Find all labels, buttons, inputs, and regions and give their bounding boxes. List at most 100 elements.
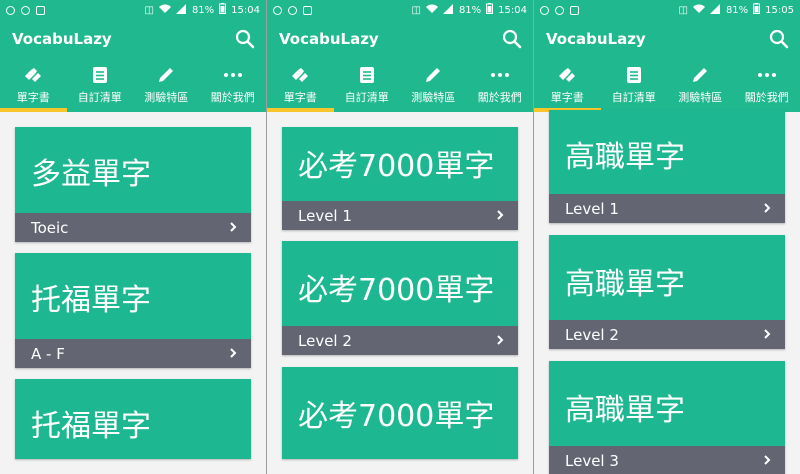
signal-icon <box>175 3 187 17</box>
battery-icon <box>486 3 494 17</box>
card-title: 托福單字 <box>31 409 151 444</box>
clock-time: 15:04 <box>498 4 527 16</box>
status-bar: ◫ 81% 15:05 <box>534 0 800 20</box>
search-icon[interactable] <box>234 28 256 50</box>
card-subtitle: Level 2 <box>298 331 352 350</box>
vibrate-icon: ◫ <box>678 4 688 16</box>
battery-percent: 81% <box>725 4 749 16</box>
tab-label: 測驗特區 <box>144 91 189 104</box>
card-title: 托福單字 <box>31 283 151 318</box>
tab-quiz[interactable]: 測驗特區 <box>400 58 467 112</box>
app-bar: VocabuLazy <box>534 20 800 58</box>
tab-custom-list[interactable]: 自訂清單 <box>601 58 668 112</box>
phone-screen-1: ◫ 81% 15:04 VocabuLazy 單字書 自訂清單 測驗特區 關於我… <box>0 0 266 474</box>
tab-label: 單字書 <box>283 91 317 104</box>
card-footer[interactable]: Level 2 <box>549 320 785 349</box>
chevron-right-icon <box>229 219 237 237</box>
card-title: 必考7000單字 <box>298 399 495 434</box>
card-footer[interactable]: Level 1 <box>282 201 518 230</box>
briefcase-icon <box>570 5 579 15</box>
books-icon <box>557 65 577 85</box>
app-title: VocabuLazy <box>12 30 112 48</box>
sync-icon <box>555 5 564 15</box>
tab-custom-list[interactable]: 自訂清單 <box>67 58 134 112</box>
tab-label: 關於我們 <box>477 91 522 104</box>
vocab-card[interactable]: 必考7000單字 Level 2 <box>282 241 518 355</box>
tab-label: 關於我們 <box>210 91 255 104</box>
vibrate-icon: ◫ <box>144 4 154 16</box>
vocab-card[interactable]: 必考7000單字 Level 1 <box>282 127 518 230</box>
card-title: 多益單字 <box>31 157 151 192</box>
tab-label: 單字書 <box>16 91 50 104</box>
list-icon <box>359 65 375 85</box>
vocab-card[interactable]: 多益單字 Toeic <box>15 127 251 242</box>
clock-time: 15:05 <box>765 4 794 16</box>
signal-icon <box>442 3 454 17</box>
tab-vocab-books[interactable]: 單字書 <box>267 58 334 112</box>
tab-about[interactable]: 關於我們 <box>467 58 534 112</box>
card-footer[interactable]: Level 1 <box>549 194 785 223</box>
tab-custom-list[interactable]: 自訂清單 <box>334 58 401 112</box>
tab-label: 自訂清單 <box>611 91 656 104</box>
list-icon <box>92 65 108 85</box>
tab-about[interactable]: 關於我們 <box>200 58 267 112</box>
wifi-icon <box>692 4 705 17</box>
card-subtitle: Level 1 <box>565 199 619 218</box>
wifi-icon <box>158 4 171 17</box>
tab-quiz[interactable]: 測驗特區 <box>667 58 734 112</box>
phone-screen-2: ◫ 81% 15:04 VocabuLazy 單字書 自訂清單 測驗特區 關於我… <box>267 0 533 474</box>
pencil-icon <box>691 65 709 85</box>
vocab-card[interactable]: 高職單字 Level 3 <box>549 361 785 474</box>
card-title: 高職單字 <box>565 393 685 428</box>
chevron-right-icon <box>496 332 504 350</box>
vocab-card[interactable]: 托福單字 <box>15 379 251 459</box>
briefcase-icon <box>36 5 45 15</box>
battery-icon <box>753 3 761 17</box>
vocab-card[interactable]: 托福單字 A - F <box>15 253 251 368</box>
card-title: 高職單字 <box>565 267 685 302</box>
briefcase-icon <box>303 5 312 15</box>
vocab-card[interactable]: 必考7000單字 <box>282 367 518 459</box>
card-footer[interactable]: Level 3 <box>549 446 785 474</box>
card-list: 必考7000單字 Level 1 必考7000單字 Level 2 必考7000… <box>267 112 533 474</box>
list-icon <box>626 65 642 85</box>
tab-vocab-books[interactable]: 單字書 <box>534 58 601 112</box>
tab-label: 測驗特區 <box>411 91 456 104</box>
tab-bar: 單字書 自訂清單 測驗特區 關於我們 <box>534 58 800 112</box>
pencil-icon <box>157 65 175 85</box>
tab-label: 自訂清單 <box>344 91 389 104</box>
card-footer[interactable]: Level 2 <box>282 326 518 355</box>
vocab-card[interactable]: 高職單字 Level 1 <box>549 110 785 223</box>
tab-vocab-books[interactable]: 單字書 <box>0 58 67 112</box>
wifi-icon <box>425 4 438 17</box>
search-icon[interactable] <box>768 28 790 50</box>
battery-percent: 81% <box>458 4 482 16</box>
books-icon <box>23 65 43 85</box>
card-subtitle: A - F <box>31 344 65 363</box>
tab-about[interactable]: 關於我們 <box>734 58 800 112</box>
card-subtitle: Toeic <box>31 218 69 237</box>
vibrate-icon: ◫ <box>411 4 421 16</box>
vocab-card[interactable]: 高職單字 Level 2 <box>549 235 785 349</box>
shield-icon <box>540 5 549 15</box>
tab-bar: 單字書 自訂清單 測驗特區 關於我們 <box>0 58 266 112</box>
card-title: 必考7000單字 <box>298 149 495 184</box>
tab-quiz[interactable]: 測驗特區 <box>133 58 200 112</box>
status-bar: ◫ 81% 15:04 <box>0 0 266 20</box>
chevron-right-icon <box>496 207 504 225</box>
tab-label: 測驗特區 <box>678 91 723 104</box>
battery-icon <box>219 3 227 17</box>
phone-screen-3: ◫ 81% 15:05 VocabuLazy 單字書 自訂清單 測驗特區 關於我… <box>534 0 800 474</box>
shield-icon <box>6 5 15 15</box>
books-icon <box>290 65 310 85</box>
pencil-icon <box>424 65 442 85</box>
sync-icon <box>21 5 30 15</box>
tab-label: 自訂清單 <box>77 91 122 104</box>
app-bar: VocabuLazy <box>267 20 533 58</box>
card-footer[interactable]: Toeic <box>15 213 251 242</box>
card-footer[interactable]: A - F <box>15 339 251 368</box>
clock-time: 15:04 <box>231 4 260 16</box>
card-subtitle: Level 3 <box>565 451 619 470</box>
search-icon[interactable] <box>501 28 523 50</box>
card-subtitle: Level 1 <box>298 206 352 225</box>
